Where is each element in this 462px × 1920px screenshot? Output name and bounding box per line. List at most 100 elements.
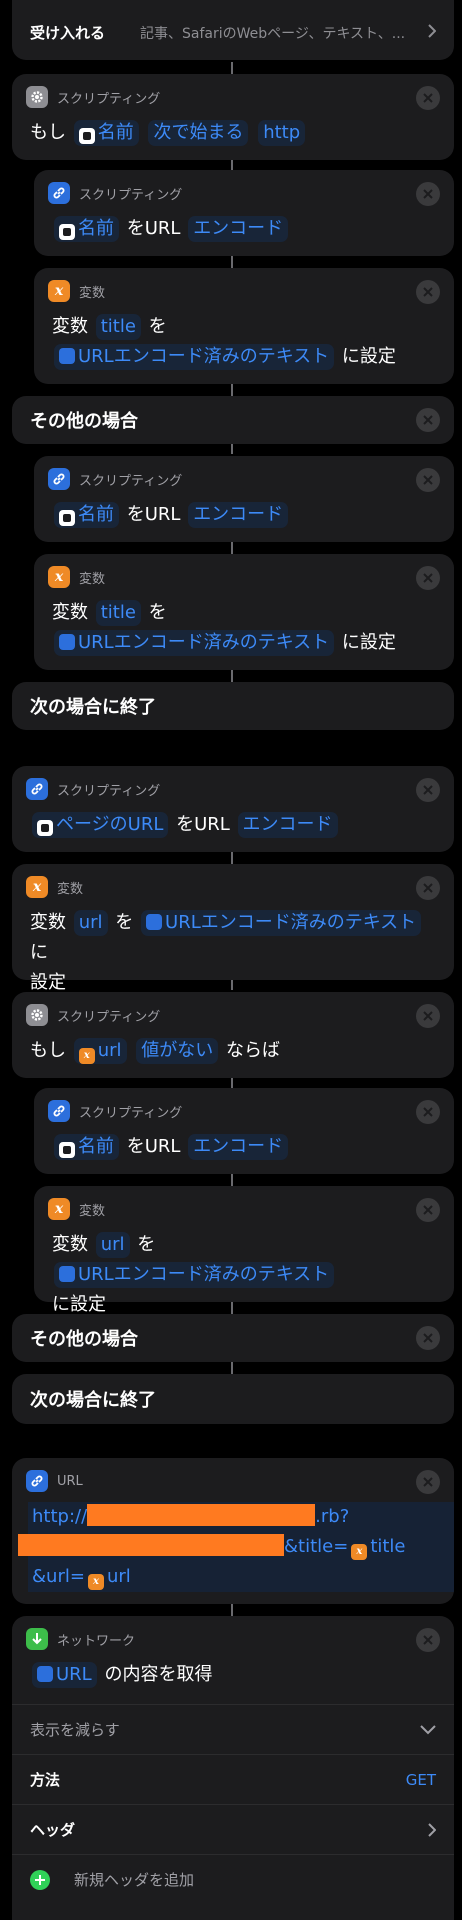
wo-text: を xyxy=(137,1234,156,1255)
set-variable-action[interactable]: x 変数 変数 title を URLエンコード済みのテキスト に設定 xyxy=(34,554,454,670)
url-var[interactable]: url xyxy=(107,1566,131,1587)
close-icon[interactable] xyxy=(416,280,440,304)
name-token[interactable]: 名前 xyxy=(73,120,139,146)
method-label: 方法 xyxy=(30,1771,61,1789)
shortcut-input-icon xyxy=(59,510,75,526)
var-name-token[interactable]: title xyxy=(95,600,141,626)
connector xyxy=(231,256,233,268)
encode-mode-token[interactable]: エンコード xyxy=(188,216,289,242)
condition-token[interactable]: 次で始まる xyxy=(148,120,249,146)
then-text: ならば xyxy=(226,1040,281,1061)
var-name-token[interactable]: url xyxy=(73,910,108,936)
encode-text: をURL xyxy=(126,218,181,239)
add-header-label: 新規ヘッダを追加 xyxy=(74,1871,195,1889)
category-label: 変数 xyxy=(79,285,106,301)
close-icon[interactable] xyxy=(416,1326,440,1350)
category-label: ネットワーク xyxy=(57,1633,136,1649)
end-if-block[interactable]: 次の場合に終了 xyxy=(12,1374,454,1424)
url-token[interactable]: URL xyxy=(32,1662,97,1688)
category-label: 変数 xyxy=(79,571,106,587)
name-token[interactable]: 名前 xyxy=(54,216,119,242)
close-icon[interactable] xyxy=(416,86,440,110)
url-action[interactable]: URL http://.rb? &title= x title &url= x url xyxy=(12,1458,454,1604)
variable-icon: x xyxy=(26,876,48,898)
show-less-row[interactable]: 表示を減らす xyxy=(12,1704,454,1754)
headers-row[interactable]: ヘッダ xyxy=(12,1804,454,1854)
var-name-token[interactable]: title xyxy=(95,314,141,340)
link-icon xyxy=(48,1100,70,1122)
close-icon[interactable] xyxy=(416,876,440,900)
encode-mode-token[interactable]: エンコード xyxy=(188,1134,289,1160)
var-name-token[interactable]: url xyxy=(95,1232,130,1258)
add-header-row[interactable]: 新規ヘッダを追加 xyxy=(12,1854,454,1904)
close-icon[interactable] xyxy=(416,778,440,802)
gear-icon xyxy=(26,1004,48,1026)
category-label: スクリプティング xyxy=(79,473,183,489)
close-icon[interactable] xyxy=(416,182,440,206)
if-action[interactable]: スクリプティング もし x url 値がない ならば xyxy=(12,992,454,1078)
set-variable-action[interactable]: x 変数 変数 title を URLエンコード済みのテキスト に設定 xyxy=(34,268,454,384)
url-field[interactable]: http://.rb? &title= x title &url= x url xyxy=(18,1502,454,1592)
url-encode-action[interactable]: スクリプティング ページのURL をURL エンコード xyxy=(12,766,454,852)
encoded-text-token[interactable]: URLエンコード済みのテキスト xyxy=(141,910,422,936)
end-if-block[interactable]: 次の場合に終了 xyxy=(12,682,454,730)
gear-icon xyxy=(26,86,48,108)
action-text: の内容を取得 xyxy=(104,1664,213,1685)
close-icon[interactable] xyxy=(416,1470,440,1494)
url-encode-action[interactable]: スクリプティング 名前 をURL エンコード xyxy=(34,456,454,542)
close-icon[interactable] xyxy=(416,566,440,590)
encoded-text-token[interactable]: URLエンコード済みのテキスト xyxy=(54,344,335,370)
close-icon[interactable] xyxy=(416,1628,440,1652)
url-encode-action[interactable]: スクリプティング 名前 をURL エンコード xyxy=(34,1088,454,1174)
if-action[interactable]: スクリプティング もし 名前 次で始まる http xyxy=(12,74,454,160)
value-token[interactable]: http xyxy=(258,120,306,146)
accept-label: 受け入れる xyxy=(30,24,106,42)
wo-text: を xyxy=(148,316,167,337)
redacted-block xyxy=(87,1504,316,1526)
settei-text: 設定 xyxy=(30,972,66,993)
title-var[interactable]: title xyxy=(370,1536,405,1557)
encoded-text-token[interactable]: URLエンコード済みのテキスト xyxy=(54,630,335,656)
encoded-text-token[interactable]: URLエンコード済みのテキスト xyxy=(54,1262,335,1288)
variable-icon: x xyxy=(78,1048,95,1064)
close-icon[interactable] xyxy=(416,408,440,432)
link-icon xyxy=(37,1666,53,1682)
name-token[interactable]: 名前 xyxy=(54,1134,119,1160)
accept-value: 記事、SafariのWebページ、テキスト、... xyxy=(140,26,406,42)
set-variable-action[interactable]: x 変数 変数 url を URLエンコード済みのテキスト に 設定 xyxy=(12,864,454,993)
close-icon[interactable] xyxy=(416,1100,440,1124)
url-var-token[interactable]: x url xyxy=(73,1038,127,1064)
condition-token[interactable]: 値がない xyxy=(136,1038,219,1064)
connector xyxy=(231,852,233,864)
set-variable-action[interactable]: x 変数 変数 url を URLエンコード済みのテキスト に設定 xyxy=(34,1186,454,1315)
close-icon[interactable] xyxy=(416,1004,440,1028)
otherwise-block[interactable]: その他の場合 xyxy=(12,396,454,444)
encode-mode-token[interactable]: エンコード xyxy=(188,502,289,528)
end-if-label: 次の場合に終了 xyxy=(30,1390,156,1411)
get-contents-action[interactable]: ネットワーク URL の内容を取得 表示を減らす 方法 GET ヘッダ 新規ヘッ… xyxy=(12,1616,454,1920)
if-label: もし xyxy=(30,122,66,143)
otherwise-block[interactable]: その他の場合 xyxy=(12,1314,454,1362)
variable-icon: x xyxy=(87,1574,104,1590)
link-icon xyxy=(59,634,75,650)
variable-icon: x xyxy=(48,566,70,588)
wo-text: を xyxy=(115,912,134,933)
link-icon xyxy=(146,914,163,930)
shortcut-input-icon xyxy=(59,1142,75,1158)
headers-label: ヘッダ xyxy=(30,1821,76,1839)
close-icon[interactable] xyxy=(416,1198,440,1222)
method-row[interactable]: 方法 GET xyxy=(12,1754,454,1804)
redacted-block xyxy=(18,1534,284,1556)
url-encode-action[interactable]: スクリプティング 名前 をURL エンコード xyxy=(34,170,454,256)
close-icon[interactable] xyxy=(416,468,440,492)
category-label: スクリプティング xyxy=(57,783,161,799)
method-value[interactable]: GET xyxy=(406,1771,436,1789)
link-icon xyxy=(59,348,75,364)
name-token[interactable]: 名前 xyxy=(54,502,119,528)
encode-mode-token[interactable]: エンコード xyxy=(237,812,338,838)
end-if-label: 次の場合に終了 xyxy=(30,697,156,718)
shortcut-input-icon xyxy=(59,224,75,240)
accept-row[interactable]: 受け入れる 記事、SafariのWebページ、テキスト、... xyxy=(12,0,454,60)
page-url-token[interactable]: ページのURL xyxy=(32,812,169,838)
category-label: スクリプティング xyxy=(79,187,183,203)
